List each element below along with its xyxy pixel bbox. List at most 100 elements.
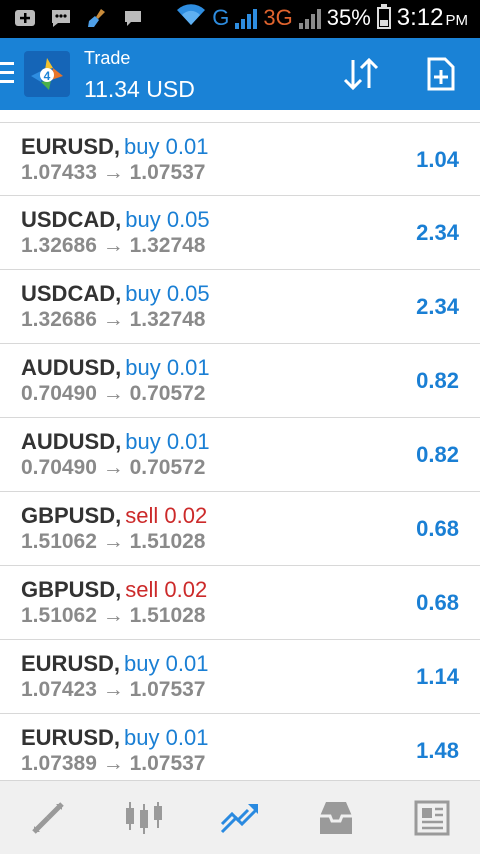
trade-row[interactable]: USDCAD, buy 0.05 1.32686 → 1.32748 2.34 (0, 196, 480, 270)
trade-symbol: EURUSD (21, 651, 114, 676)
trade-separator: , (115, 355, 122, 380)
trade-separator: , (113, 651, 121, 676)
trade-symbol: GBPUSD (21, 503, 116, 528)
nav-chart[interactable] (96, 781, 192, 854)
trade-icon (220, 803, 258, 833)
signal-strength-sim2-icon (298, 7, 321, 29)
chart-icon (126, 801, 162, 834)
battery-icon (376, 4, 391, 29)
trade-prices: 1.51062 → 1.51028 (21, 530, 206, 553)
trade-volume: buy 0.01 (125, 355, 210, 380)
trade-profit: 1.04 (416, 147, 459, 172)
trade-separator: , (115, 207, 122, 232)
news-icon (414, 800, 450, 835)
trade-prices: 1.07423 → 1.07537 (21, 678, 206, 701)
trade-symbol: AUDUSD (21, 355, 116, 380)
trade-summary: EURUSD, buy 0.01 (21, 134, 208, 160)
status-bar: G 3G 35% 3:12 PM (0, 0, 480, 38)
trade-volume: sell 0.02 (125, 577, 208, 602)
clock: 3:12 PM (397, 4, 468, 32)
nav-quotes[interactable] (0, 781, 96, 854)
history-icon (320, 801, 352, 834)
page-title: Trade (84, 48, 131, 68)
trade-profit: 1.48 (416, 738, 459, 763)
nav-history[interactable] (288, 781, 384, 854)
trade-row[interactable]: EURUSD, buy 0.01 1.07433 → 1.07537 1.04 (0, 122, 480, 196)
trade-volume: buy 0.05 (125, 207, 210, 232)
trade-prices: 1.32686 → 1.32748 (21, 308, 206, 331)
trade-summary: AUDUSD, buy 0.01 (21, 429, 210, 455)
cleaner-broom-icon (86, 7, 108, 29)
trade-profit: 0.82 (416, 442, 459, 467)
trade-profit: 1.14 (416, 664, 459, 689)
sort-button[interactable] (340, 54, 382, 94)
trade-profit: 0.68 (416, 590, 459, 615)
trade-summary: USDCAD, buy 0.05 (21, 281, 210, 307)
trade-summary: GBPUSD, sell 0.02 (21, 503, 207, 529)
network-type-3g: 3G (263, 5, 293, 30)
trade-symbol: GBPUSD (21, 577, 116, 602)
trade-prices: 0.70490 → 0.70572 (21, 456, 206, 479)
trade-row[interactable]: AUDUSD, buy 0.01 0.70490 → 0.70572 0.82 (0, 418, 480, 492)
trade-volume: buy 0.05 (125, 281, 210, 306)
trade-prices: 1.32686 → 1.32748 (21, 234, 206, 257)
sort-arrows-icon (343, 57, 379, 91)
message-icon (122, 7, 144, 29)
trade-summary: AUDUSD, buy 0.01 (21, 355, 210, 381)
trade-volume: sell 0.02 (125, 503, 208, 528)
trade-symbol: AUDUSD (21, 429, 116, 454)
trade-separator: , (113, 725, 121, 750)
trade-list: EURUSD, buy 0.01 1.07433 → 1.07537 1.04 USDC… (0, 122, 480, 788)
trade-profit: 0.68 (416, 516, 459, 541)
trade-symbol: USDCAD (21, 207, 116, 232)
trade-profit: 2.34 (416, 220, 459, 245)
account-balance: 11.34 USD (84, 76, 195, 102)
trade-separator: , (115, 577, 122, 602)
add-notification-icon (14, 7, 36, 29)
metatrader-logo[interactable]: 4 (24, 51, 70, 97)
trade-separator: , (115, 281, 122, 306)
trade-profit: 2.34 (416, 294, 459, 319)
trade-symbol: USDCAD (21, 281, 116, 306)
trade-separator: , (115, 429, 122, 454)
clock-ampm: PM (445, 12, 469, 29)
signal-strength-icon (235, 7, 258, 29)
bbm-chat-icon (50, 7, 72, 29)
trade-summary: GBPUSD, sell 0.02 (21, 577, 207, 603)
trade-row[interactable]: EURUSD, buy 0.01 1.07423 → 1.07537 1.14 (0, 640, 480, 714)
quotes-icon (32, 801, 64, 834)
trade-row[interactable]: GBPUSD, sell 0.02 1.51062 → 1.51028 0.68 (0, 492, 480, 566)
wifi-icon (176, 4, 206, 32)
bottom-navigation (0, 780, 480, 854)
battery-percent: 35% (326, 5, 371, 30)
trade-volume: buy 0.01 (124, 725, 209, 750)
trade-row[interactable]: GBPUSD, sell 0.02 1.51062 → 1.51028 0.68 (0, 566, 480, 640)
clock-time: 3:12 (396, 4, 444, 31)
trade-row[interactable]: AUDUSD, buy 0.01 0.70490 → 0.70572 0.82 (0, 344, 480, 418)
trade-summary: USDCAD, buy 0.05 (21, 207, 210, 233)
trade-volume: buy 0.01 (124, 134, 209, 159)
nav-trade[interactable] (192, 781, 288, 854)
trade-volume: buy 0.01 (124, 651, 209, 676)
trade-prices: 1.07433 → 1.07537 (21, 161, 206, 184)
new-order-button[interactable] (424, 54, 458, 94)
svg-text:4: 4 (44, 69, 51, 83)
trade-symbol: EURUSD (21, 725, 114, 750)
trade-row[interactable]: USDCAD, buy 0.05 1.32686 → 1.32748 2.34 (0, 270, 480, 344)
trade-volume: buy 0.01 (125, 429, 210, 454)
new-document-icon (427, 57, 455, 91)
trade-prices: 1.51062 → 1.51028 (21, 604, 206, 627)
trade-profit: 0.82 (416, 368, 459, 393)
network-type-g: G (212, 5, 230, 30)
trade-symbol: EURUSD (21, 134, 114, 159)
menu-icon[interactable] (0, 62, 14, 84)
trade-separator: , (113, 134, 121, 159)
trade-summary: EURUSD, buy 0.01 (21, 725, 208, 751)
app-header: 4 Trade 11.34 USD (0, 38, 480, 110)
nav-news[interactable] (384, 781, 480, 854)
trade-prices: 0.70490 → 0.70572 (21, 382, 206, 405)
trade-row[interactable]: EURUSD, buy 0.01 1.07389 → 1.07537 1.48 (0, 714, 480, 788)
trade-prices: 1.07389 → 1.07537 (21, 752, 206, 775)
trade-separator: , (115, 503, 122, 528)
trade-summary: EURUSD, buy 0.01 (21, 651, 208, 677)
